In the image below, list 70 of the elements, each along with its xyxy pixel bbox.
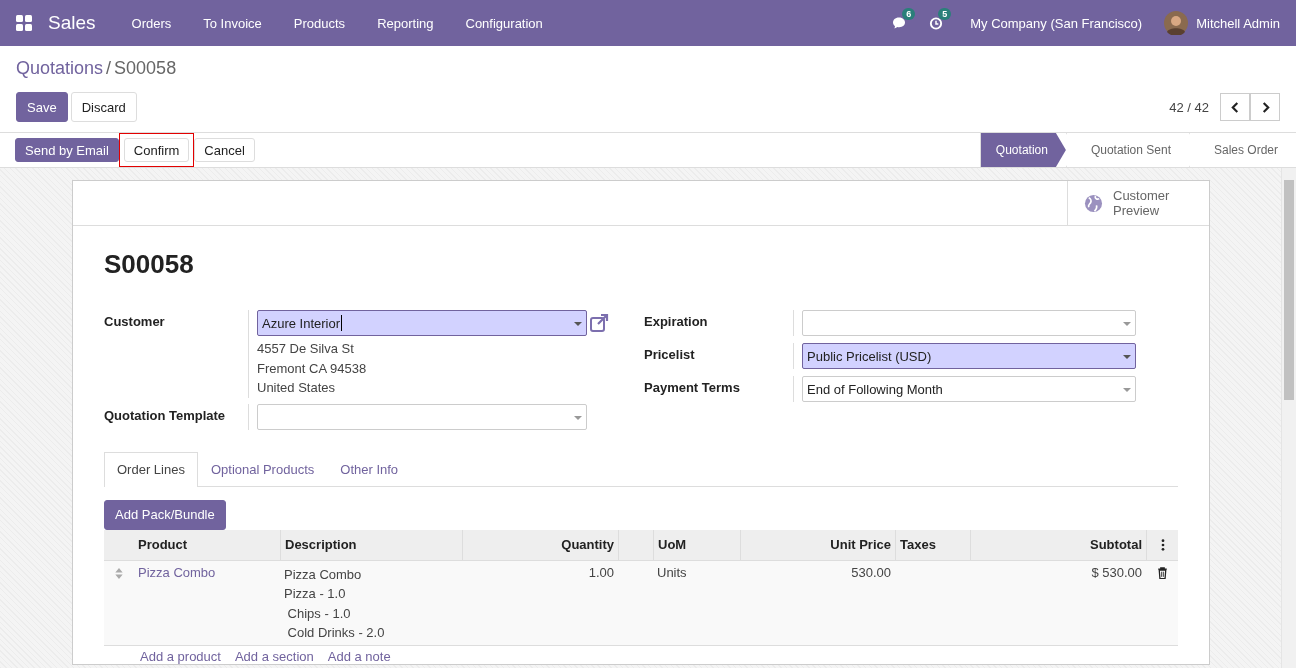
select-field[interactable]: End of Following Month	[802, 376, 1136, 402]
options-icon[interactable]	[1160, 538, 1165, 551]
column-header[interactable]: Description	[280, 529, 462, 560]
activity-count-badge: 5	[938, 7, 952, 20]
table-cell: Units	[657, 564, 687, 580]
status-stage[interactable]: Quotation	[979, 133, 1066, 167]
message-count-badge: 6	[902, 7, 916, 20]
select-field[interactable]	[257, 403, 587, 430]
scrollbar[interactable]	[1281, 168, 1296, 668]
clock-icon[interactable]	[928, 15, 945, 31]
header-button[interactable]: Confirm	[123, 138, 190, 162]
globe-icon	[1084, 193, 1103, 213]
menu-item[interactable]: Products	[277, 15, 362, 31]
column-header[interactable]: UoM	[653, 529, 740, 560]
add-line-link[interactable]: Add a note	[327, 649, 391, 664]
company-switcher[interactable]: My Company (San Francisco)	[954, 15, 1165, 31]
field-label: Pricelist	[644, 343, 794, 369]
address-line: Fremont CA 94538	[257, 359, 368, 378]
breadcrumb-separator: /	[106, 58, 112, 80]
description-line: Chips - 1.0	[286, 604, 351, 623]
tab[interactable]: Other Info	[327, 451, 412, 486]
menu-item[interactable]: To Invoice	[187, 15, 278, 31]
select-field[interactable]: Public Pricelist (USD)	[802, 343, 1136, 369]
discard-button[interactable]: Discard	[70, 92, 137, 122]
save-button[interactable]: Save	[16, 92, 68, 122]
column-header[interactable]: Subtotal	[970, 529, 1146, 560]
app-name[interactable]: Sales	[48, 12, 96, 34]
table-cell: $ 530.00	[1091, 564, 1142, 580]
field-label: Customer	[104, 310, 249, 398]
drag-handle-icon[interactable]	[115, 567, 123, 579]
pager-counter: 42 / 42	[1169, 99, 1209, 115]
add-line-link[interactable]: Add a section	[234, 649, 314, 664]
user-menu[interactable]: Mitchell Admin	[1188, 15, 1280, 31]
field-label: Payment Terms	[644, 376, 794, 402]
external-link-icon[interactable]	[589, 313, 609, 333]
breadcrumb-current: S00058	[114, 58, 177, 80]
add-line-link[interactable]: Add a product	[140, 649, 221, 664]
menu-item[interactable]: Configuration	[449, 15, 559, 31]
column-header[interactable]: Unit Price	[740, 529, 895, 560]
trash-icon[interactable]	[1156, 566, 1168, 579]
add-pack-button[interactable]: Add Pack/Bundle	[104, 499, 226, 530]
header-button[interactable]: Cancel	[194, 138, 255, 162]
apps-menu-icon[interactable]	[16, 15, 32, 31]
column-header[interactable]: Product	[134, 529, 280, 560]
next-button[interactable]	[1250, 93, 1280, 121]
field-label: Quotation Template	[104, 403, 249, 430]
select-field[interactable]: Azure Interior	[257, 310, 587, 336]
description-line: Pizza Combo	[284, 565, 362, 584]
field-label: Expiration	[644, 310, 794, 336]
table-cell: 530.00	[851, 564, 891, 580]
menu-item[interactable]: Orders	[115, 15, 188, 31]
avatar-icon[interactable]	[1164, 11, 1189, 35]
header-button[interactable]: Send by Email	[15, 138, 119, 162]
column-header[interactable]: Quantity	[462, 529, 618, 560]
tab[interactable]: Optional Products	[197, 451, 328, 486]
chevron-left-icon	[1230, 101, 1240, 113]
address-line: 4557 De Silva St	[257, 340, 355, 358]
breadcrumb-link[interactable]: Quotations	[16, 58, 104, 82]
menu-item[interactable]: Reporting	[361, 15, 450, 31]
product-link[interactable]: Pizza Combo	[138, 564, 216, 580]
address-line: United States	[257, 379, 337, 397]
table-cell: 1.00	[588, 564, 614, 580]
record-title: S00058	[104, 248, 195, 280]
chevron-right-icon	[1260, 101, 1270, 113]
tab[interactable]: Order Lines	[104, 451, 198, 487]
select-field[interactable]	[802, 310, 1136, 336]
column-header[interactable]: Taxes	[895, 529, 970, 560]
description-line: Cold Drinks - 2.0	[286, 624, 385, 642]
description-line: Pizza - 1.0	[284, 585, 346, 603]
previous-button[interactable]	[1220, 93, 1250, 121]
